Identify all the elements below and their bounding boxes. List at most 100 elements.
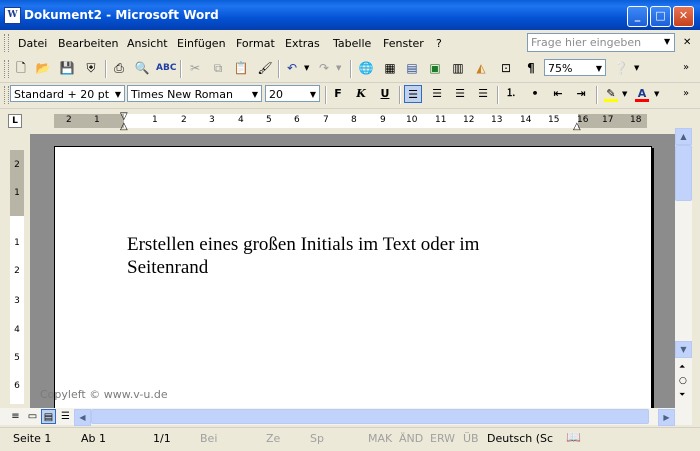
- ruler-number: 4: [238, 115, 244, 125]
- undo-dropdown-icon[interactable]: ▼: [304, 64, 309, 72]
- font-color-dropdown-icon[interactable]: ▼: [654, 90, 659, 98]
- horizontal-scroll-thumb[interactable]: [91, 409, 649, 424]
- increase-indent-button[interactable]: ⇥: [572, 85, 590, 103]
- chevron-down-icon[interactable]: ▼: [594, 60, 604, 75]
- maximize-button[interactable]: □: [650, 6, 671, 27]
- menu-ansicht[interactable]: Ansicht: [127, 37, 168, 50]
- help-icon[interactable]: ❔: [612, 59, 630, 77]
- spelling-status-icon[interactable]: 📖: [566, 430, 581, 444]
- justify-button[interactable]: ☰: [474, 85, 492, 103]
- hyperlink-icon[interactable]: 🌐: [357, 59, 375, 77]
- scroll-left-button[interactable]: ◀: [74, 409, 91, 426]
- decrease-indent-button[interactable]: ⇤: [549, 85, 567, 103]
- scroll-down-button[interactable]: ▼: [675, 341, 692, 358]
- next-page-icon[interactable]: ⏷: [679, 390, 685, 400]
- insert-excel-icon[interactable]: ▣: [426, 59, 444, 77]
- status-language[interactable]: Deutsch (Sc: [487, 432, 553, 445]
- document-map-icon[interactable]: ⊡: [497, 59, 515, 77]
- document-page[interactable]: Erstellen eines großen Initials im Text …: [54, 146, 652, 408]
- save-icon[interactable]: 💾: [58, 59, 76, 77]
- toolbar-grip[interactable]: [4, 86, 9, 104]
- status-ovr[interactable]: ÜB: [463, 432, 479, 445]
- help-dropdown-icon[interactable]: ▼: [634, 64, 639, 72]
- scroll-right-button[interactable]: ▶: [658, 409, 675, 426]
- highlight-dropdown-icon[interactable]: ▼: [622, 90, 627, 98]
- chevron-down-icon[interactable]: ▼: [113, 86, 123, 101]
- bold-button[interactable]: F: [329, 85, 347, 103]
- ruler-number: 17: [602, 115, 614, 125]
- chevron-down-icon[interactable]: ▼: [250, 86, 260, 101]
- font-color-button[interactable]: A: [633, 85, 651, 103]
- align-center-button[interactable]: ☰: [428, 85, 446, 103]
- word-app-icon[interactable]: W: [4, 7, 21, 24]
- previous-page-icon[interactable]: ⏶: [679, 362, 685, 372]
- outline-view-icon[interactable]: ☰: [58, 409, 73, 424]
- undo-icon[interactable]: ↶: [283, 59, 301, 77]
- redo-icon[interactable]: ↷: [315, 59, 333, 77]
- hanging-indent-marker[interactable]: △: [120, 121, 128, 132]
- style-select[interactable]: Standard + 20 pt ▼: [10, 85, 125, 102]
- web-layout-icon[interactable]: ▭: [25, 409, 40, 424]
- print-icon[interactable]: ⎙: [110, 59, 128, 77]
- vertical-scroll-thumb[interactable]: [675, 145, 692, 201]
- chevron-down-icon[interactable]: ▼: [664, 37, 670, 46]
- menu-bearbeiten[interactable]: Bearbeiten: [58, 37, 118, 50]
- menu-tabelle[interactable]: Tabelle: [333, 37, 371, 50]
- menu-help[interactable]: ?: [436, 37, 442, 50]
- font-select[interactable]: Times New Roman ▼: [127, 85, 262, 102]
- show-formatting-icon[interactable]: ¶: [522, 59, 540, 77]
- help-search-input[interactable]: Frage hier eingeben ▼: [527, 33, 675, 52]
- tables-borders-icon[interactable]: ▦: [381, 59, 399, 77]
- spelling-icon[interactable]: ABC: [156, 59, 176, 77]
- menu-fenster[interactable]: Fenster: [383, 37, 424, 50]
- close-button[interactable]: ✕: [673, 6, 694, 27]
- zoom-select[interactable]: 75% ▼: [544, 59, 606, 76]
- menu-format[interactable]: Format: [236, 37, 275, 50]
- chevron-down-icon[interactable]: ▼: [308, 86, 318, 101]
- open-folder-icon[interactable]: 📂: [34, 59, 52, 77]
- right-indent-marker[interactable]: △: [573, 121, 581, 132]
- font-size-select[interactable]: 20 ▼: [265, 85, 320, 102]
- status-rec[interactable]: MAK: [368, 432, 392, 445]
- toolbar-options-icon[interactable]: »: [683, 62, 689, 73]
- numbering-button[interactable]: ⒈: [502, 85, 520, 103]
- print-layout-icon[interactable]: ▤: [41, 409, 56, 424]
- status-ext[interactable]: ERW: [430, 432, 455, 445]
- document-text[interactable]: Erstellen eines großen Initials im Text …: [127, 233, 547, 279]
- insert-table-icon[interactable]: ▤: [403, 59, 421, 77]
- new-document-icon[interactable]: 🗋: [12, 59, 30, 77]
- paste-icon[interactable]: 📋: [232, 59, 250, 77]
- cut-icon[interactable]: ✂: [186, 59, 204, 77]
- status-trk[interactable]: ÄND: [399, 432, 423, 445]
- minimize-button[interactable]: _: [627, 6, 648, 27]
- copy-icon[interactable]: ⧉: [209, 59, 227, 77]
- columns-icon[interactable]: ▥: [449, 59, 467, 77]
- tab-selector-button[interactable]: L: [8, 114, 22, 128]
- underline-button[interactable]: U: [376, 85, 394, 103]
- menu-einfuegen[interactable]: Einfügen: [177, 37, 226, 50]
- redo-dropdown-icon[interactable]: ▼: [336, 64, 341, 72]
- align-center-icon: ☰: [432, 87, 442, 100]
- toolbar-grip[interactable]: [4, 60, 9, 78]
- toolbar-options-icon[interactable]: »: [683, 88, 689, 99]
- normal-view-icon[interactable]: ≡: [8, 409, 23, 424]
- bullets-button[interactable]: •: [526, 85, 544, 103]
- scroll-up-button[interactable]: ▲: [675, 128, 692, 145]
- highlight-button[interactable]: ✎: [602, 85, 620, 103]
- align-left-button[interactable]: ☰: [404, 85, 422, 103]
- highlight-color-swatch: [604, 99, 618, 102]
- ruler-left-margin: [54, 114, 124, 128]
- close-document-icon[interactable]: ✕: [683, 37, 691, 48]
- permission-icon[interactable]: ⛨: [82, 59, 100, 77]
- menu-extras[interactable]: Extras: [285, 37, 320, 50]
- browse-object-icon[interactable]: ○: [679, 376, 687, 386]
- document-area[interactable]: Erstellen eines großen Initials im Text …: [30, 134, 675, 408]
- font-color-swatch: [635, 99, 649, 102]
- format-painter-icon[interactable]: 🖌: [256, 59, 274, 77]
- menu-datei[interactable]: Datei: [18, 37, 47, 50]
- print-preview-icon[interactable]: 🔍: [133, 59, 151, 77]
- drawing-icon[interactable]: ◭: [472, 59, 490, 77]
- menubar-grip[interactable]: [4, 34, 9, 52]
- italic-button[interactable]: K: [352, 85, 370, 103]
- align-right-button[interactable]: ☰: [451, 85, 469, 103]
